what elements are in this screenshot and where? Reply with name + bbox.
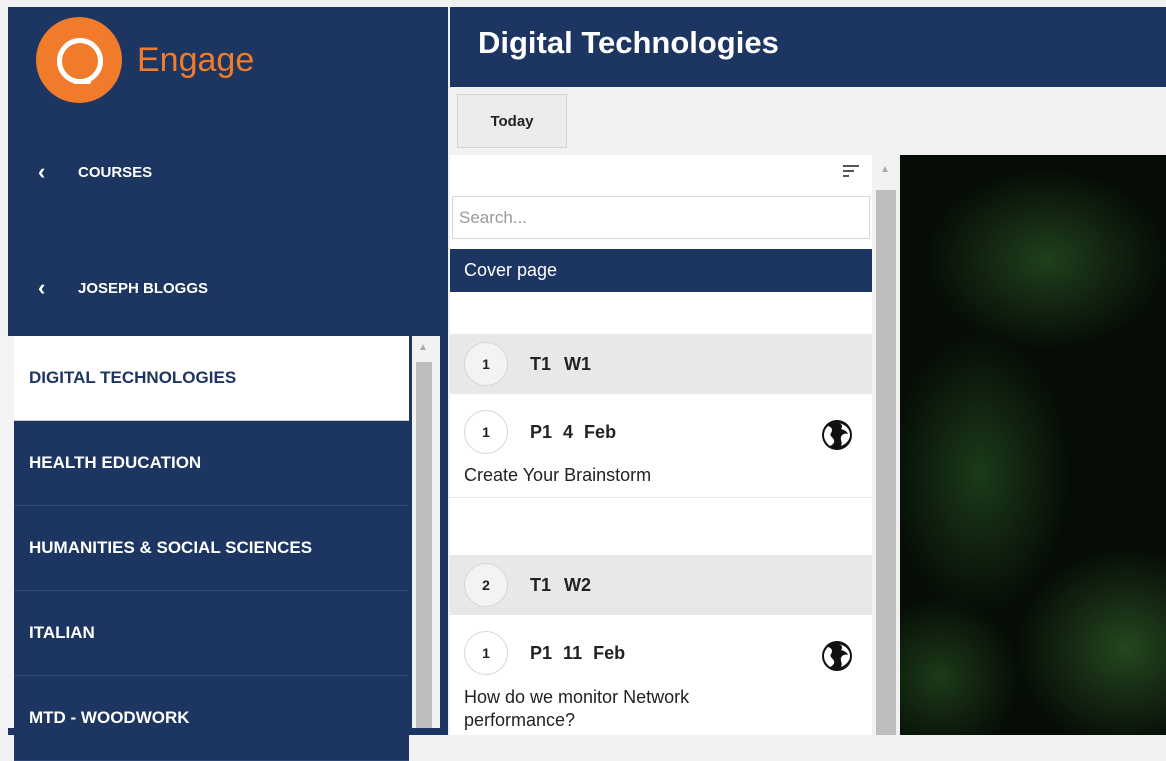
course-label: HUMANITIES & SOCIAL SCIENCES bbox=[29, 538, 313, 557]
scroll-up-arrow-icon[interactable]: ▲ bbox=[880, 164, 890, 175]
week-number-badge: 2 bbox=[464, 563, 508, 607]
period-number-badge: 1 bbox=[464, 631, 508, 675]
period-item[interactable]: 1 P1 11 Feb How do we monitor Network pe… bbox=[450, 615, 872, 735]
period-code: P1 bbox=[530, 642, 553, 663]
back-link-label: JOSEPH BLOGGS bbox=[78, 279, 209, 297]
week-header[interactable]: 1 T1 W1 bbox=[450, 334, 872, 394]
course-item-italian[interactable]: ITALIAN bbox=[14, 591, 409, 676]
period-header: 1 P1 11 Feb bbox=[464, 631, 625, 675]
course-label: HEALTH EDUCATION bbox=[29, 453, 202, 472]
period-date: 11 Feb bbox=[563, 642, 626, 663]
course-item-health-education[interactable]: HEALTH EDUCATION bbox=[14, 421, 409, 506]
week-header[interactable]: 2 T1 W2 bbox=[450, 555, 872, 615]
cover-page-item[interactable]: Cover page bbox=[450, 249, 872, 292]
period-title: P1 11 Feb bbox=[530, 643, 625, 664]
back-to-student-link[interactable]: ‹ JOSEPH BLOGGS bbox=[38, 275, 208, 301]
chevron-left-icon: ‹ bbox=[38, 275, 46, 300]
chevron-left-icon: ‹ bbox=[38, 159, 46, 184]
list-scrollbar-thumb[interactable] bbox=[876, 190, 896, 735]
sidebar-scrollbar-thumb[interactable] bbox=[416, 362, 432, 728]
search-input[interactable] bbox=[452, 196, 870, 239]
term-label: T1 bbox=[530, 353, 552, 374]
period-title: P1 4 Feb bbox=[530, 422, 616, 443]
app-name: Engage bbox=[137, 40, 255, 79]
cover-page-label: Cover page bbox=[464, 260, 558, 280]
globe-icon bbox=[822, 641, 852, 671]
course-item-humanities[interactable]: HUMANITIES & SOCIAL SCIENCES bbox=[14, 506, 409, 591]
period-description: How do we monitor Network performance? bbox=[464, 687, 690, 730]
course-label: MTD - WOODWORK bbox=[29, 708, 190, 727]
period-description: Create Your Brainstorm bbox=[464, 465, 652, 485]
today-button[interactable]: Today bbox=[457, 94, 567, 148]
sort-icon[interactable] bbox=[842, 162, 860, 180]
course-list: DIGITAL TECHNOLOGIES HEALTH EDUCATION HU… bbox=[0, 336, 440, 761]
week-label: T1 W1 bbox=[530, 354, 591, 375]
scroll-up-arrow-icon[interactable]: ▲ bbox=[418, 342, 428, 353]
cover-preview-image bbox=[900, 155, 1166, 735]
period-header: 1 P1 4 Feb bbox=[464, 410, 616, 454]
course-item-digital-technologies[interactable]: DIGITAL TECHNOLOGIES bbox=[14, 336, 409, 421]
page-title: Digital Technologies bbox=[478, 25, 779, 60]
week-label: T1 W2 bbox=[530, 575, 591, 596]
page-header: Digital Technologies bbox=[450, 7, 1166, 87]
period-date: 4 Feb bbox=[563, 421, 617, 442]
period-code: P1 bbox=[530, 421, 553, 442]
back-to-courses-link[interactable]: ‹ COURSES bbox=[38, 159, 152, 185]
course-label: DIGITAL TECHNOLOGIES bbox=[29, 368, 237, 387]
course-item-mtd-woodwork[interactable]: MTD - WOODWORK bbox=[14, 676, 409, 761]
course-label: ITALIAN bbox=[29, 623, 95, 642]
back-link-label: COURSES bbox=[78, 163, 153, 181]
globe-icon bbox=[822, 420, 852, 450]
engage-logo[interactable]: Engage bbox=[36, 17, 254, 103]
engage-logo-icon bbox=[36, 17, 122, 103]
period-number-badge: 1 bbox=[464, 410, 508, 454]
term-label: T1 bbox=[530, 574, 552, 595]
period-item[interactable]: 1 P1 4 Feb Create Your Brainstorm bbox=[450, 394, 872, 498]
week-code: W2 bbox=[564, 574, 592, 595]
week-number-badge: 1 bbox=[464, 342, 508, 386]
week-code: W1 bbox=[564, 353, 592, 374]
